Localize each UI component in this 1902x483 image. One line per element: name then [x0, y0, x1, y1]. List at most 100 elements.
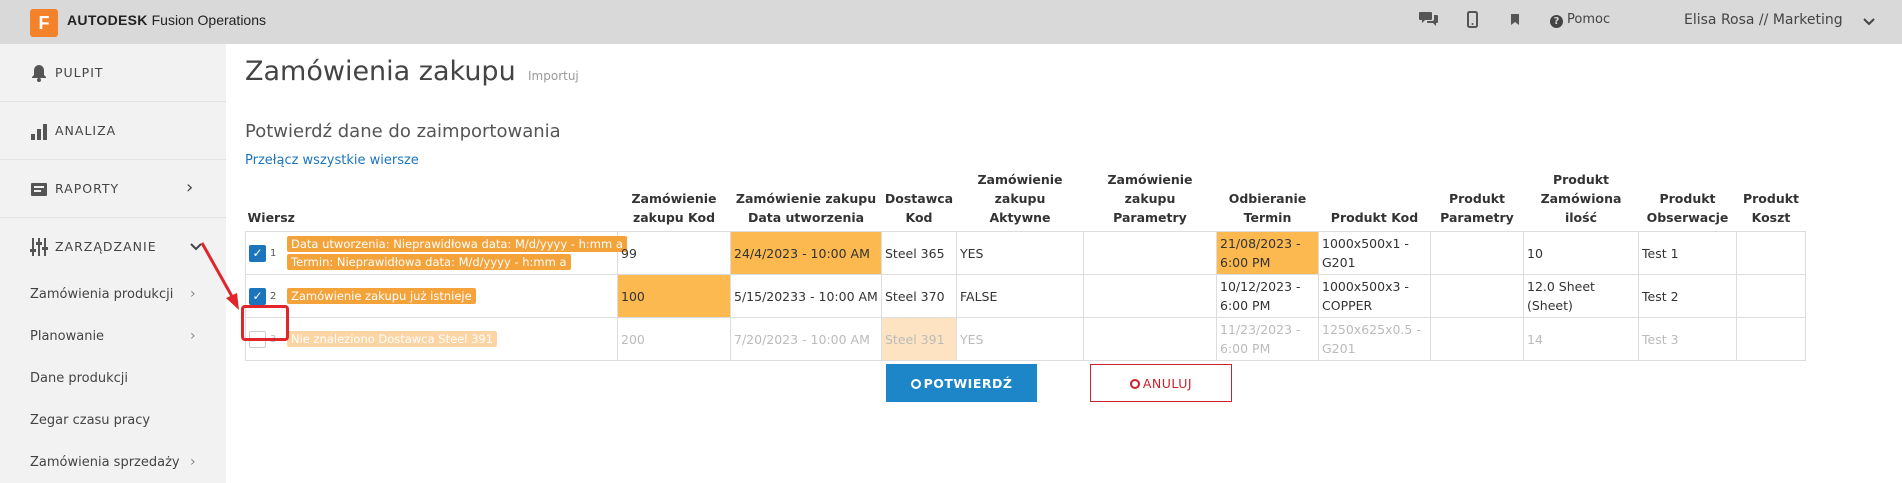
table-cell: YES — [956, 317, 1084, 361]
column-header-line: Odbieranie — [1228, 191, 1307, 206]
chevron-right-icon: › — [186, 177, 194, 198]
column-header-line: Termin — [1243, 210, 1292, 225]
table-cell: 1250x625x0.5 - G201 — [1318, 317, 1431, 361]
column-header-line: Produkt Kod — [1330, 210, 1419, 225]
column-header-line: Parametry — [1440, 210, 1514, 225]
table-cell: Steel 391 — [881, 317, 957, 361]
chat-icon[interactable] — [1418, 10, 1440, 28]
error-badge: Termin: Nieprawidłowa data: M/d/yyyy - h… — [287, 254, 571, 270]
fusion-logo-icon[interactable]: F — [30, 9, 58, 37]
table-cell: 10/12/2023 - 6:00 PM — [1216, 274, 1319, 318]
column-header-line: Produkt — [1659, 191, 1716, 206]
row-status-cell: ✓ 1 Data utworzenia: Nieprawidłowa data: M… — [245, 231, 627, 275]
help-icon: ? — [1550, 15, 1563, 28]
row-checkbox[interactable]: ✓ — [249, 245, 266, 262]
table-cell: 1000x500x3 - COPPER — [1318, 274, 1431, 318]
brand-name[interactable]: AUTODESK Fusion Operations — [67, 12, 266, 28]
chevron-right-icon: › — [190, 454, 196, 470]
column-header-line: Zamówienie — [631, 191, 717, 206]
column-header-line: Koszt — [1751, 210, 1791, 225]
table-row: ✓ 2 Zamówienie zakupu już istnieje 100 5/15/… — [245, 274, 1806, 318]
sidebar-item-label: ANALIZA — [55, 123, 117, 138]
brand-product: Fusion Operations — [151, 12, 267, 28]
column-header: Produkt Zamówiona ilość — [1524, 170, 1639, 232]
table-cell: 24/4/2023 - 10:00 AM — [730, 231, 882, 275]
table-cell — [1083, 274, 1217, 318]
column-header-line: Wiersz — [247, 210, 295, 225]
table-cell: Steel 365 — [881, 231, 957, 275]
help-link[interactable]: ? Pomoc — [1550, 12, 1610, 28]
table-cell — [1736, 317, 1806, 361]
cancel-label: ANULUJ — [1142, 375, 1193, 391]
sidebar: PULPIT ANALIZA RAPORTY › ZARZĄDZANIE Zam… — [0, 44, 226, 483]
bell-icon — [32, 65, 46, 82]
annotation-arrow — [200, 242, 239, 310]
column-header: Produkt Obserwacje — [1639, 170, 1737, 232]
bookmark-icon[interactable] — [1510, 13, 1520, 26]
column-header-line: Zamówiona ilość — [1540, 191, 1622, 225]
sidebar-sub-dane-produkcji[interactable]: Dane produkcji — [30, 371, 128, 386]
sidebar-sub-zamowienia-sprzedazy[interactable]: Zamówienia sprzedaży — [30, 455, 180, 470]
import-breadcrumb[interactable]: Importuj — [528, 69, 579, 83]
sidebar-item-label: PULPIT — [55, 65, 104, 80]
bar-chart-icon — [31, 124, 47, 140]
column-header-line: Obserwacje — [1646, 210, 1729, 225]
confirm-button[interactable]: POTWIERDŹ — [886, 364, 1037, 402]
sidebar-item-raporty[interactable]: RAPORTY › — [0, 160, 226, 218]
import-table: Wiersz Zamówienie zakupu Kod Zamówienie zak… — [245, 170, 1806, 361]
user-menu[interactable]: Elisa Rosa // Marketing — [1684, 12, 1843, 28]
chevron-right-icon: › — [190, 286, 196, 302]
chevron-right-icon: › — [190, 328, 196, 344]
report-icon — [31, 183, 47, 196]
confirm-icon — [910, 378, 921, 389]
column-header-line: Aktywne — [989, 210, 1051, 225]
error-badge: Zamówienie zakupu już istnieje — [287, 288, 476, 304]
column-header: Zamówienie zakupu Kod — [618, 170, 731, 232]
chevron-down-icon[interactable] — [1862, 15, 1876, 29]
table-cell: 21/08/2023 - 6:00 PM — [1216, 231, 1319, 275]
table-header-row: Wiersz Zamówienie zakupu Kod Zamówienie zak… — [246, 170, 1806, 232]
table-cell: 7/20/2023 - 10:00 AM — [730, 317, 882, 361]
row-status-cell: 3 Nie znaleziono Dostawca Steel 391 — [245, 317, 618, 361]
row-checkbox[interactable]: ✓ — [249, 288, 266, 305]
table-cell: 5/15/20233 - 10:00 AM — [730, 274, 882, 318]
annotation-highlight-box — [241, 305, 289, 341]
table-cell — [1736, 274, 1806, 318]
column-header: Produkt Parametry — [1431, 170, 1524, 232]
mobile-icon[interactable] — [1467, 11, 1478, 28]
sidebar-sub-zegar-czasu-pracy[interactable]: Zegar czasu pracy — [30, 413, 150, 428]
sidebar-sub-zamowienia-produkcji[interactable]: Zamówienia produkcji — [30, 287, 173, 302]
column-header: Wiersz — [246, 170, 618, 232]
column-header-line: Produkt — [1742, 191, 1800, 206]
page-title: Zamówienia zakupu — [245, 56, 516, 87]
toggle-all-rows-link[interactable]: Przełącz wszystkie wiersze — [245, 153, 419, 168]
column-header: Zamówienie zakupu Parametry — [1084, 170, 1217, 232]
sidebar-item-zarzadzanie[interactable]: ZARZĄDZANIE — [0, 218, 226, 276]
sidebar-sub-planowanie[interactable]: Planowanie — [30, 329, 104, 344]
table-cell — [1430, 231, 1524, 275]
column-header: Dostawca Kod — [882, 170, 957, 232]
table-cell: 200 — [617, 317, 731, 361]
table-cell — [1083, 231, 1217, 275]
sidebar-item-pulpit[interactable]: PULPIT — [0, 44, 226, 102]
column-header: Zamówienie zakupu Aktywne — [957, 170, 1084, 232]
sidebar-item-analiza[interactable]: ANALIZA — [0, 102, 226, 160]
section-subtitle: Potwierdź dane do zaimportowania — [245, 121, 561, 142]
sidebar-item-label: ZARZĄDZANIE — [55, 239, 157, 254]
cancel-icon — [1129, 378, 1140, 389]
column-header: Odbieranie Termin — [1217, 170, 1319, 232]
table-cell: 10 — [1523, 231, 1639, 275]
cancel-button[interactable]: ANULUJ — [1090, 364, 1232, 402]
table-cell — [1083, 317, 1217, 361]
error-badge: Data utworzenia: Nieprawidłowa data: M/d… — [287, 236, 627, 252]
row-number: 2 — [270, 291, 277, 302]
row-status-cell: ✓ 2 Zamówienie zakupu już istnieje — [245, 274, 618, 318]
sidebar-item-label: RAPORTY — [55, 181, 120, 196]
table-cell: 99 — [617, 231, 731, 275]
table-cell: Steel 370 — [881, 274, 957, 318]
error-badge: Nie znaleziono Dostawca Steel 391 — [287, 331, 498, 347]
table-cell: FALSE — [956, 274, 1084, 318]
column-header-line: Zamówienie zakupu — [977, 172, 1063, 206]
table-cell: 11/23/2023 - 6:00 PM — [1216, 317, 1319, 361]
table-row: 3 Nie znaleziono Dostawca Steel 391 200 7/2… — [245, 317, 1806, 361]
